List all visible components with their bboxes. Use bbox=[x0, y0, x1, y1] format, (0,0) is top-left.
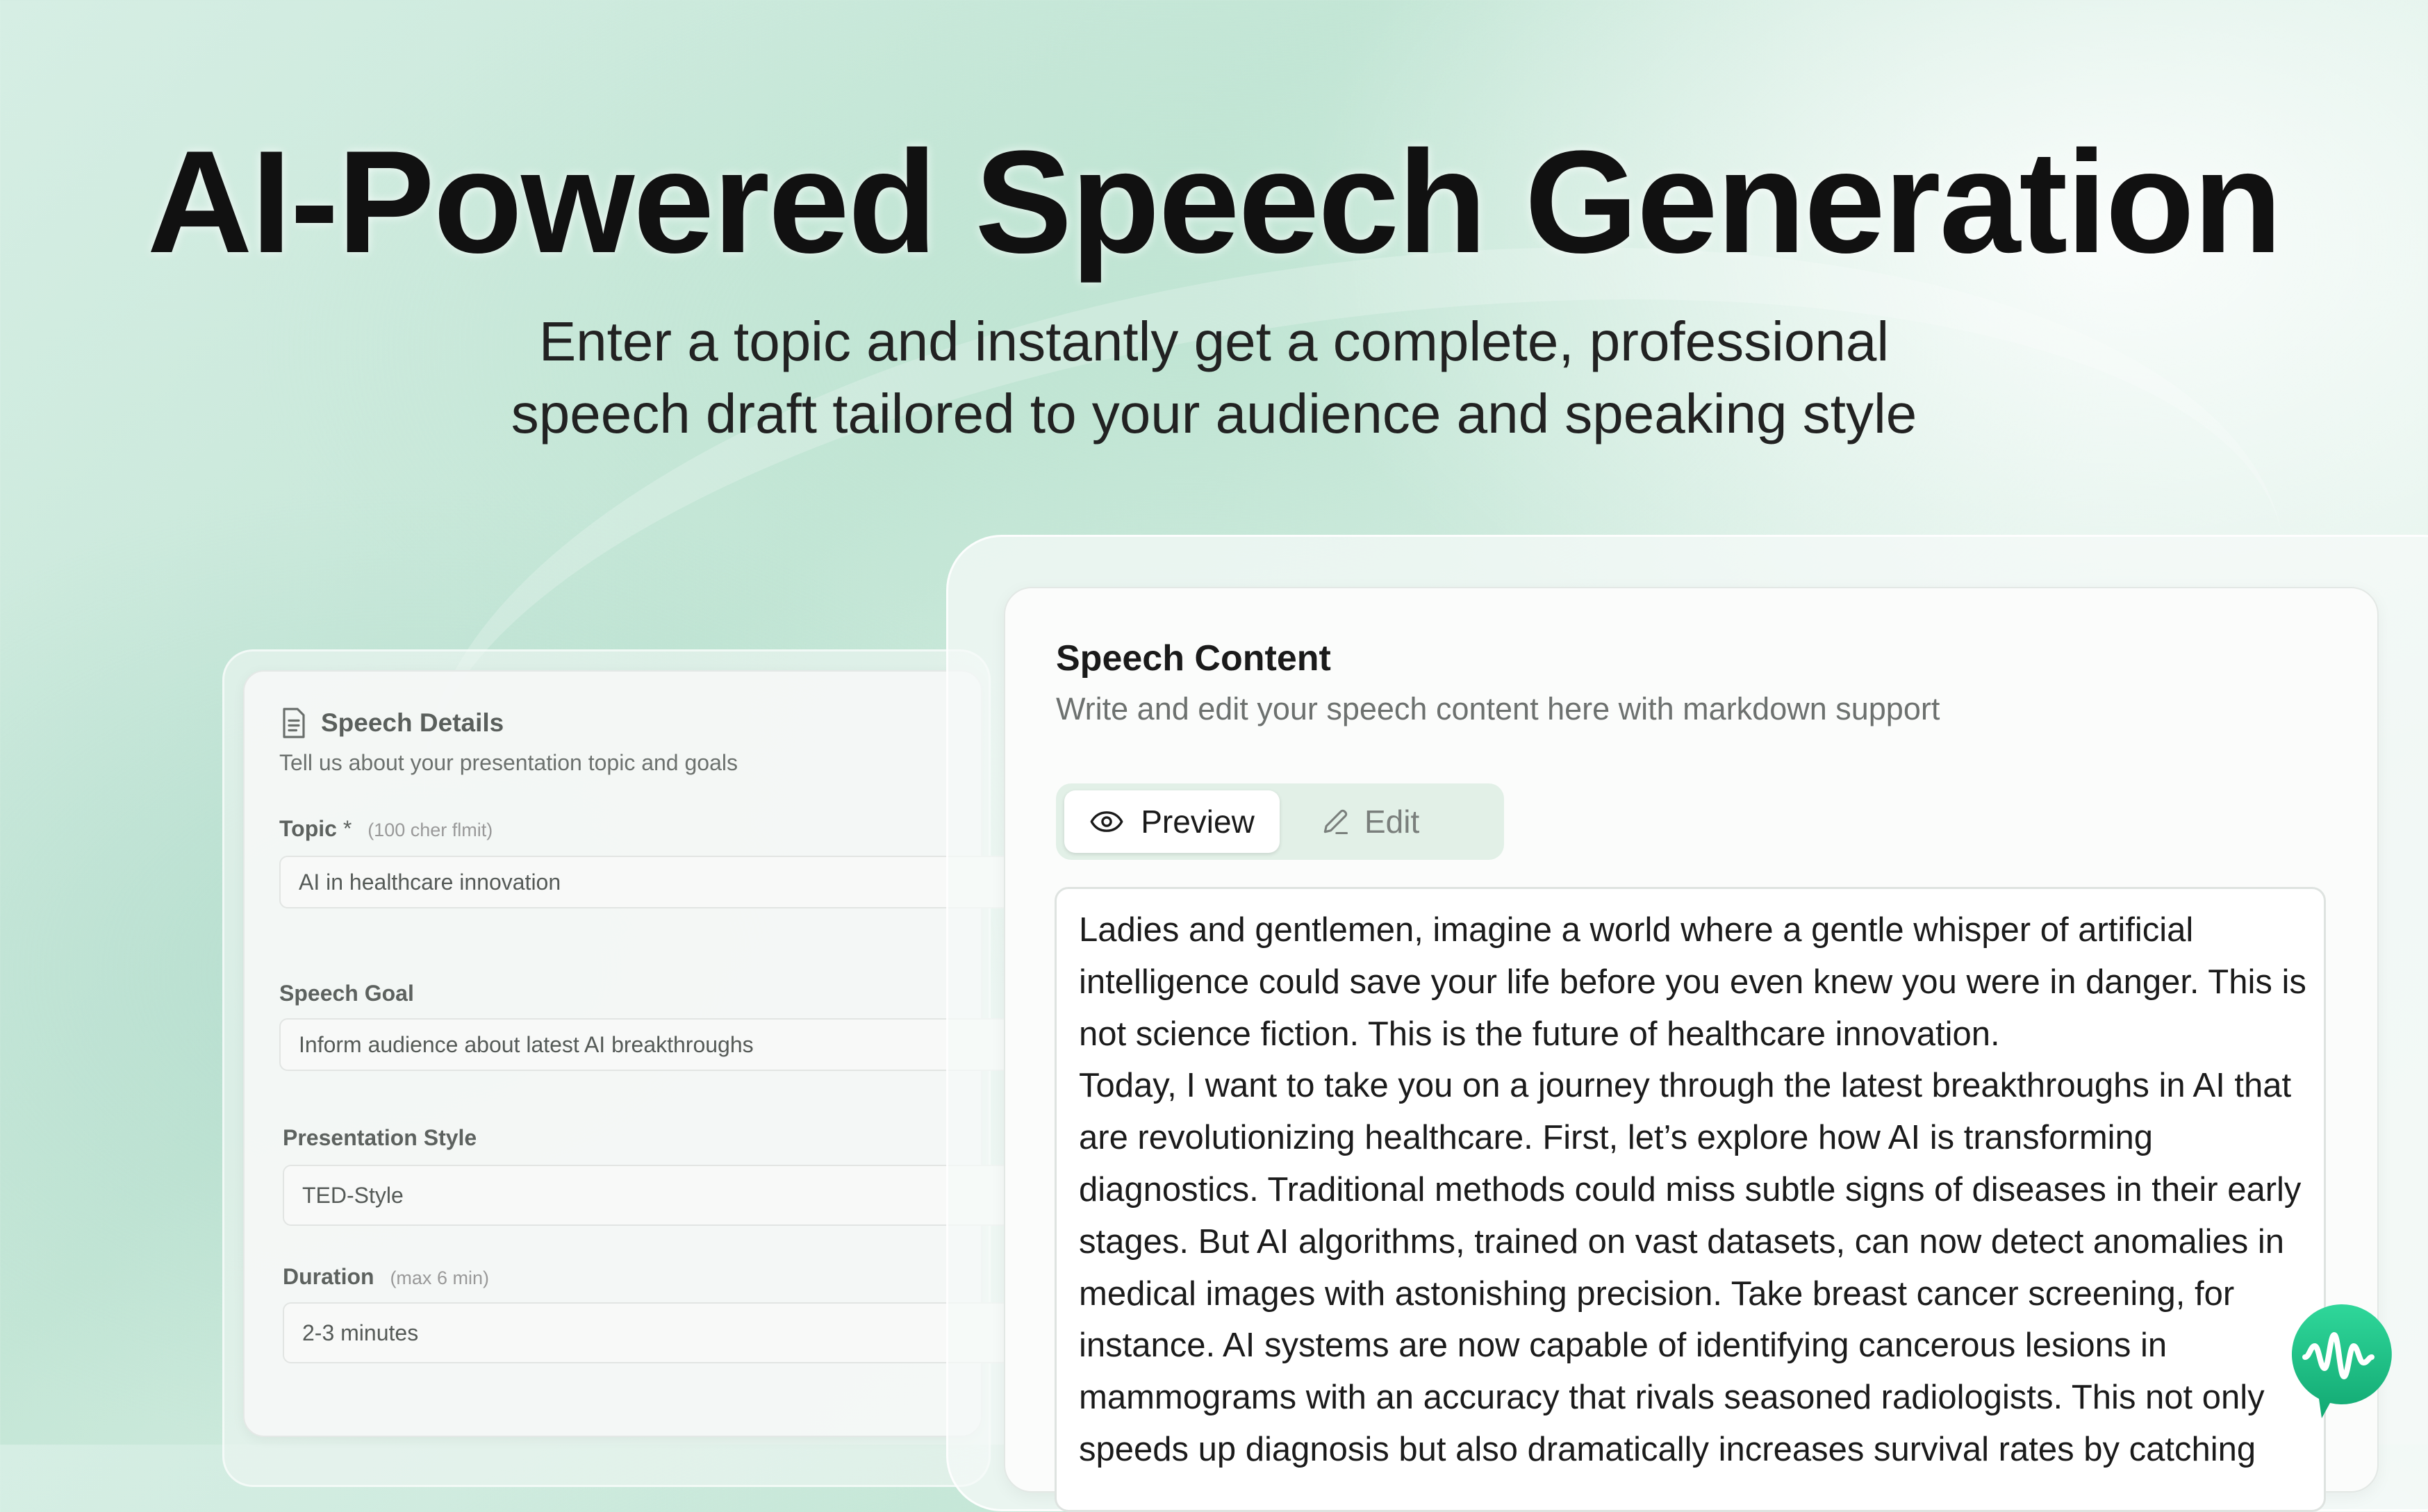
hero-subtitle: Enter a topic and instantly get a comple… bbox=[0, 306, 2428, 450]
duration-label: Duration (max 6 min) bbox=[283, 1264, 489, 1290]
speech-details-title: Speech Details bbox=[321, 708, 504, 737]
topic-hint: (100 cher flmit) bbox=[367, 820, 493, 840]
presentation-style-select[interactable]: TED-Style bbox=[283, 1165, 1047, 1226]
duration-label-text: Duration bbox=[283, 1264, 374, 1289]
speech-goal-input[interactable]: Inform audience about latest AI breakthr… bbox=[279, 1018, 1043, 1071]
speech-paragraph: Today, I want to take you on a journey t… bbox=[1079, 1067, 2302, 1468]
tab-preview-label: Preview bbox=[1141, 804, 1255, 840]
presentation-style-value: TED-Style bbox=[302, 1182, 404, 1208]
topic-input-value: AI in healthcare innovation bbox=[299, 869, 561, 895]
speech-content-text: Ladies and gentlemen, imagine a world wh… bbox=[1079, 904, 2322, 1476]
hero-subtitle-line-2: speech draft tailored to your audience a… bbox=[511, 383, 1917, 445]
topic-input[interactable]: AI in healthcare innovation bbox=[279, 856, 1043, 908]
hero-subtitle-line-1: Enter a topic and instantly get a comple… bbox=[538, 310, 1890, 372]
presentation-style-label: Presentation Style bbox=[283, 1125, 477, 1151]
presentation-style-label-text: Presentation Style bbox=[283, 1125, 477, 1150]
tab-edit[interactable]: Edit bbox=[1320, 790, 1487, 853]
app-logo-icon bbox=[2291, 1304, 2392, 1418]
topic-label: Topic * (100 cher flmit) bbox=[279, 816, 493, 842]
document-icon bbox=[283, 708, 305, 738]
required-mark: * bbox=[342, 816, 352, 841]
speech-details-description: Tell us about your presentation topic an… bbox=[279, 750, 738, 775]
speech-content-area[interactable]: Ladies and gentlemen, imagine a world wh… bbox=[1055, 887, 2326, 1512]
speech-details-header: Speech Details bbox=[279, 707, 504, 739]
duration-input-value: 2-3 minutes bbox=[302, 1320, 419, 1345]
duration-hint: (max 6 min) bbox=[390, 1268, 489, 1288]
hero-title: AI-Powered Speech Generation bbox=[147, 120, 2282, 283]
speech-paragraph: Ladies and gentlemen, imagine a world wh… bbox=[1079, 911, 2306, 1053]
tab-edit-label: Edit bbox=[1364, 804, 1420, 840]
speech-goal-label-text: Speech Goal bbox=[279, 981, 414, 1006]
tab-preview[interactable]: Preview bbox=[1064, 790, 1280, 853]
speech-content-description: Write and edit your speech content here … bbox=[1056, 691, 1940, 726]
topic-label-text: Topic bbox=[279, 816, 337, 841]
speech-content-title: Speech Content bbox=[1056, 638, 1331, 679]
speech-goal-input-value: Inform audience about latest AI breakthr… bbox=[299, 1031, 754, 1057]
pencil-icon bbox=[1323, 809, 1348, 835]
duration-input[interactable]: 2-3 minutes bbox=[283, 1302, 1047, 1363]
eye-icon bbox=[1090, 811, 1123, 832]
speech-goal-label: Speech Goal bbox=[279, 981, 414, 1006]
